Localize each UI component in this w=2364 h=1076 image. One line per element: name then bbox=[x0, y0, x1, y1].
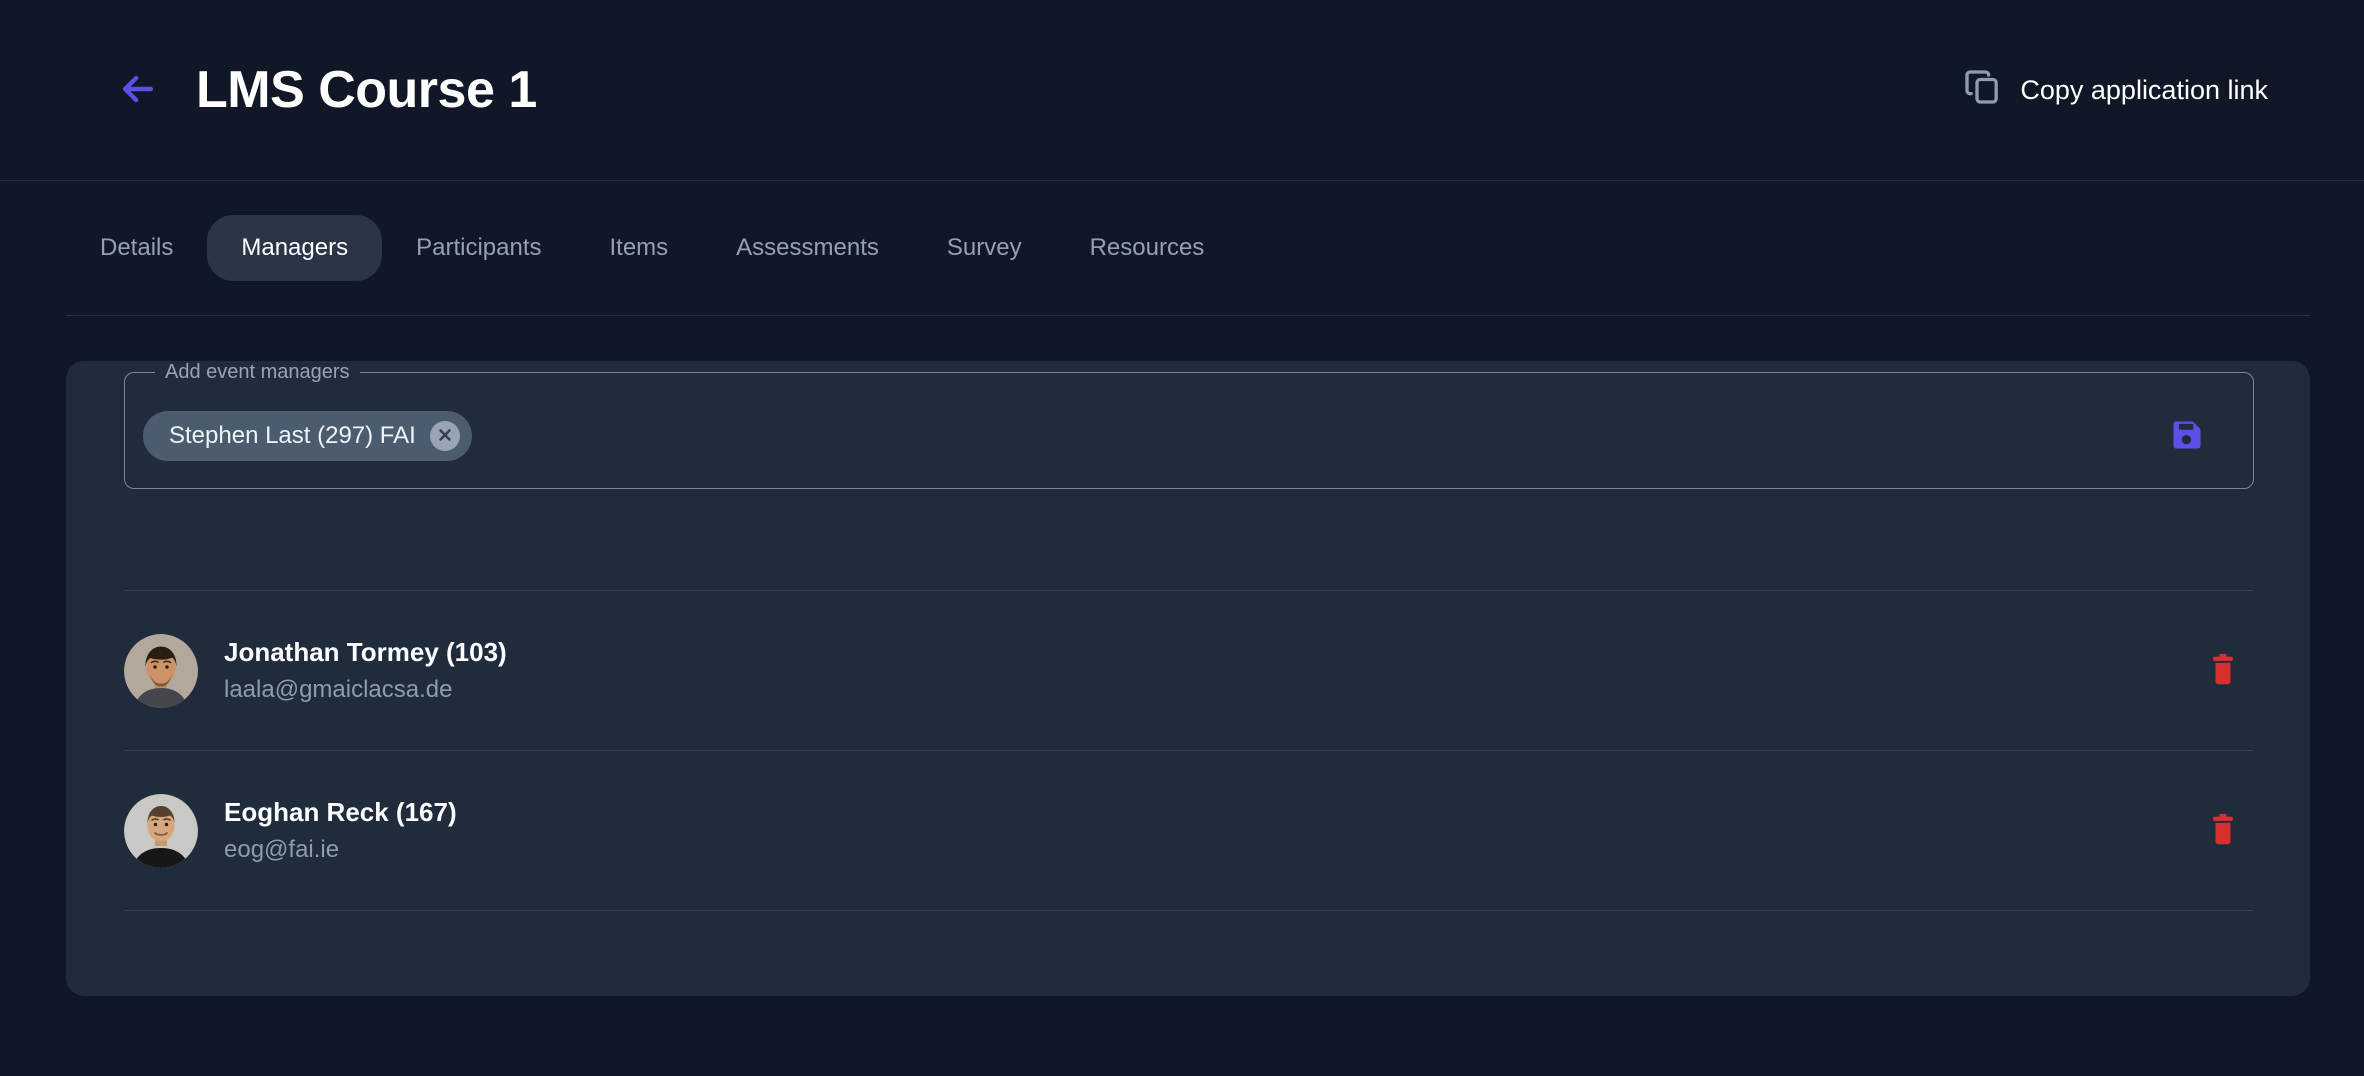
tab-details-label: Details bbox=[100, 234, 173, 261]
trash-icon bbox=[2209, 653, 2237, 688]
avatar bbox=[124, 794, 198, 868]
tab-items-label: Items bbox=[609, 234, 668, 261]
close-icon bbox=[437, 427, 453, 446]
tab-details[interactable]: Details bbox=[66, 215, 207, 281]
tab-items[interactable]: Items bbox=[575, 215, 702, 281]
manager-name: Eoghan Reck (167) bbox=[224, 797, 457, 828]
manager-email: laala@gmaiclacsa.de bbox=[224, 676, 507, 704]
add-event-managers-label: Add event managers bbox=[155, 361, 360, 384]
tab-managers[interactable]: Managers bbox=[207, 215, 382, 281]
tab-survey[interactable]: Survey bbox=[913, 215, 1056, 281]
save-floppy-icon bbox=[2169, 417, 2205, 456]
tab-participants[interactable]: Participants bbox=[382, 215, 575, 281]
manager-info: Jonathan Tormey (103) laala@gmaiclacsa.d… bbox=[224, 637, 507, 704]
copy-application-link-button[interactable]: Copy application link bbox=[1962, 67, 2268, 114]
delete-manager-button[interactable] bbox=[2201, 809, 2245, 853]
delete-manager-button[interactable] bbox=[2201, 649, 2245, 693]
tab-resources-label: Resources bbox=[1090, 234, 1205, 261]
tab-assessments[interactable]: Assessments bbox=[702, 215, 913, 281]
manager-row: Jonathan Tormey (103) laala@gmaiclacsa.d… bbox=[124, 590, 2253, 750]
manager-chip[interactable]: Stephen Last (297) FAI bbox=[143, 411, 472, 461]
manager-chip-label: Stephen Last (297) FAI bbox=[169, 422, 416, 450]
tab-resources[interactable]: Resources bbox=[1056, 215, 1239, 281]
page-title: LMS Course 1 bbox=[196, 60, 537, 120]
managers-list: Jonathan Tormey (103) laala@gmaiclacsa.d… bbox=[124, 590, 2253, 911]
tab-assessments-label: Assessments bbox=[736, 234, 879, 261]
manager-info: Eoghan Reck (167) eog@fai.ie bbox=[224, 797, 457, 864]
manager-row: Eoghan Reck (167) eog@fai.ie bbox=[124, 750, 2253, 910]
managers-card: Add event managers Stephen Last (297) FA… bbox=[66, 361, 2310, 996]
copy-application-link-label: Copy application link bbox=[2020, 75, 2268, 106]
back-button[interactable] bbox=[112, 64, 164, 116]
add-event-managers-field[interactable]: Add event managers Stephen Last (297) FA… bbox=[124, 361, 2254, 489]
trash-icon bbox=[2209, 813, 2237, 848]
save-managers-button[interactable] bbox=[2165, 414, 2209, 458]
avatar bbox=[124, 634, 198, 708]
header: LMS Course 1 Copy application link bbox=[0, 0, 2364, 181]
tab-managers-label: Managers bbox=[241, 234, 348, 261]
page: LMS Course 1 Copy application link Detai… bbox=[0, 0, 2364, 1076]
tab-participants-label: Participants bbox=[416, 234, 541, 261]
copy-icon bbox=[1962, 67, 2002, 114]
manager-name: Jonathan Tormey (103) bbox=[224, 637, 507, 668]
tab-bar: Details Managers Participants Items Asse… bbox=[66, 181, 2310, 316]
arrow-left-icon bbox=[116, 67, 160, 114]
tab-survey-label: Survey bbox=[947, 234, 1022, 261]
manager-email: eog@fai.ie bbox=[224, 836, 457, 864]
chip-remove-button[interactable] bbox=[430, 421, 460, 451]
